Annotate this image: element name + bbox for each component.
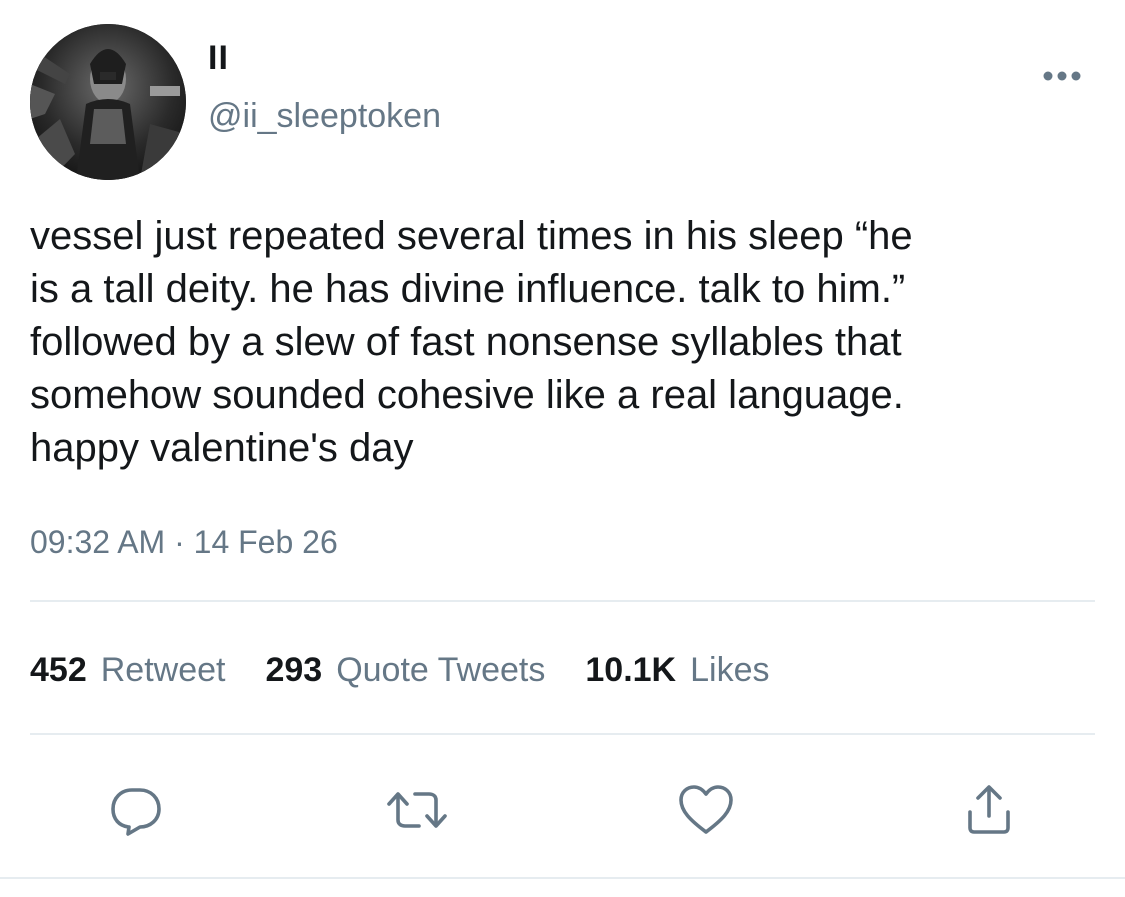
quote-tweet-count-label: Quote Tweets [336,651,546,689]
quote-tweet-count[interactable]: 293 Quote Tweets [265,650,545,690]
tweet-detail: II @ii_sleeptoken vessel just repeated s… [0,0,1125,897]
tweet-text: vessel just repeated several times in hi… [30,214,913,470]
retweet-count-label: Retweet [100,651,226,689]
share-icon [968,785,1010,834]
divider [30,600,1095,602]
avatar-photo [30,24,186,180]
display-name[interactable]: II [208,38,229,78]
reply-icon [111,788,161,836]
quote-tweet-count-value: 293 [265,651,323,689]
like-count-label: Likes [690,651,770,689]
retweet-button[interactable] [385,778,449,842]
retweet-icon [387,792,447,828]
user-handle[interactable]: @ii_sleeptoken [208,96,441,136]
like-icon [679,785,733,834]
bottom-divider [0,877,1125,879]
retweet-count[interactable]: 452 Retweet [30,650,225,690]
like-button[interactable] [674,778,738,842]
divider [30,733,1095,735]
engagement-stats: 452 Retweet 293 Quote Tweets 10.1K Likes [30,650,809,690]
avatar[interactable] [30,24,186,180]
reply-button[interactable] [104,778,168,842]
share-button[interactable] [957,778,1021,842]
like-count[interactable]: 10.1K Likes [585,650,769,690]
tweet-timestamp[interactable]: 09:32 AM · 14 Feb 26 [30,522,338,562]
more-options-icon[interactable] [1040,66,1084,86]
like-count-value: 10.1K [585,651,677,689]
retweet-count-value: 452 [30,651,87,689]
